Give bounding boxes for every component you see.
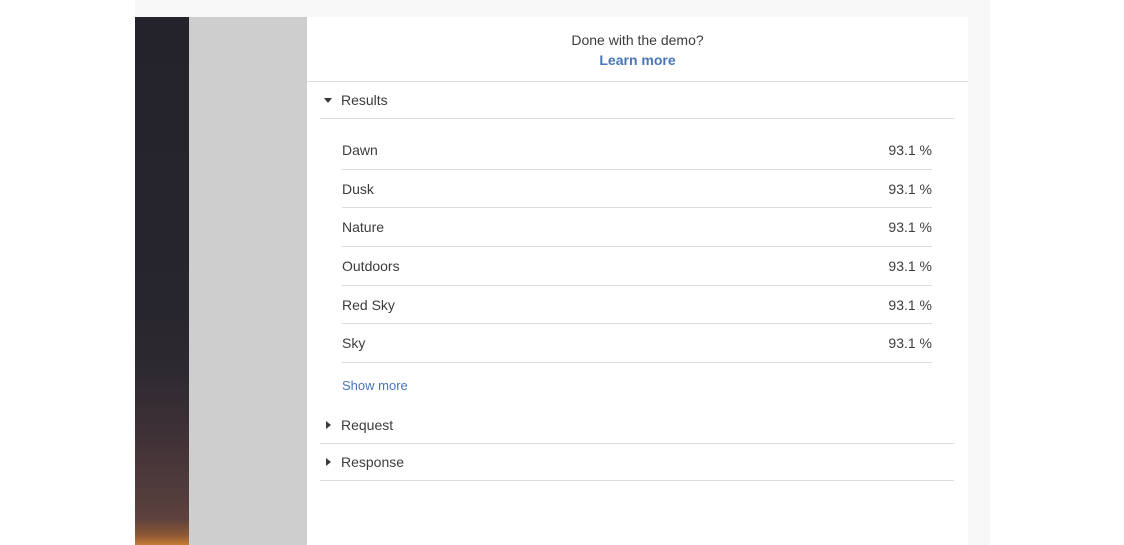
caret-right-icon — [326, 458, 331, 467]
result-value: 93.1 % — [888, 219, 932, 236]
request-section: Request — [320, 407, 954, 445]
caret-down-icon — [324, 98, 332, 103]
results-label: Results — [341, 92, 388, 108]
result-label: Outdoors — [342, 258, 400, 275]
caret-right-icon — [326, 421, 331, 430]
result-value: 93.1 % — [888, 142, 932, 158]
result-row: Red Sky 93.1 % — [342, 286, 932, 325]
result-label: Nature — [342, 219, 385, 236]
learn-more-link[interactable]: Learn more — [599, 52, 675, 69]
show-more-link[interactable]: Show more — [342, 378, 408, 393]
result-value: 93.1 % — [888, 180, 932, 197]
result-row: Nature 93.1 % — [342, 208, 932, 248]
results-toggle[interactable]: Results — [320, 82, 954, 119]
result-row: Outdoors 93.1 % — [342, 247, 932, 286]
result-row: Dawn 93.1 % — [342, 131, 932, 170]
result-row: Sky 93.1 % — [342, 324, 932, 364]
results-panel: Done with the demo? Learn more Results D… — [307, 17, 968, 545]
demo-prompt: Done with the demo? — [571, 32, 704, 48]
response-label: Response — [341, 454, 405, 471]
results-list: Dawn 93.1 % Dusk 93.1 % Nature 93.1 % Ou… — [320, 119, 954, 407]
request-label: Request — [341, 417, 394, 434]
image-gallery-panel — [189, 17, 307, 545]
result-label: Sky — [342, 335, 366, 352]
response-section: Response — [320, 444, 954, 482]
result-row: Dusk 93.1 % — [342, 170, 932, 209]
result-value: 93.1 % — [888, 296, 932, 313]
result-value: 93.1 % — [888, 335, 932, 352]
result-label: Dawn — [342, 142, 378, 158]
uploaded-image-preview — [135, 17, 189, 545]
demo-header: Done with the demo? Learn more — [307, 17, 968, 82]
result-label: Dusk — [342, 180, 374, 197]
results-section: Results Dawn 93.1 % Dusk 93.1 % Nature 9… — [320, 82, 954, 407]
result-label: Red Sky — [342, 296, 395, 313]
result-value: 93.1 % — [888, 258, 932, 275]
request-toggle[interactable]: Request — [320, 407, 954, 445]
response-toggle[interactable]: Response — [320, 444, 954, 482]
